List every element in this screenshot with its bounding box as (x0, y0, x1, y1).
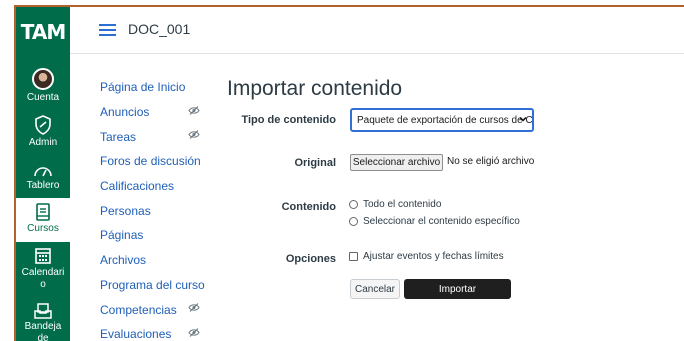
course-nav-item-assignments[interactable]: Tareas (100, 124, 210, 149)
hamburger-menu-icon[interactable] (99, 24, 116, 36)
course-nav-item-syllabus[interactable]: Programa del curso (100, 273, 210, 298)
global-nav-inbox[interactable]: Bandeja de (16, 303, 70, 341)
courses-icon (36, 203, 50, 221)
institution-logo[interactable]: TAM (16, 7, 70, 57)
cancel-button[interactable]: Cancelar (350, 279, 400, 299)
global-nav-label: Bandeja de (24, 321, 62, 341)
global-nav-label: Cursos (27, 223, 59, 234)
course-nav-item-discussions[interactable]: Foros de discusión (100, 149, 210, 174)
chevron-down-icon (519, 116, 527, 122)
inbox-icon (34, 303, 52, 319)
course-nav-item-quizzes[interactable]: Evaluaciones (100, 322, 210, 341)
course-nav-item-people[interactable]: Personas (100, 198, 210, 223)
original-label: Original (294, 157, 336, 169)
global-nav-label: Tablero (26, 180, 60, 191)
dashboard-icon (34, 167, 52, 177)
course-nav-item-grades[interactable]: Calificaciones (100, 174, 210, 199)
global-nav-label: Cuenta (26, 92, 60, 103)
breadcrumb[interactable]: DOC_001 (128, 21, 190, 37)
radio-all-content[interactable]: Todo el contenido (349, 199, 441, 210)
import-button[interactable]: Importar (404, 279, 511, 299)
eye-slash-icon (188, 303, 200, 313)
course-nav-item-files[interactable]: Archivos (100, 248, 210, 273)
app-window: TAM Cuenta Admin Tablero Cursos Calendar… (14, 5, 684, 341)
content-type-label: Tipo de contenido (241, 114, 336, 126)
shield-icon (35, 115, 51, 135)
radio-button[interactable] (349, 200, 358, 209)
global-nav-label: Admin (28, 137, 58, 148)
radio-specific-content[interactable]: Seleccionar el contenido específico (349, 216, 520, 227)
avatar (32, 68, 54, 90)
course-nav-item-pages[interactable]: Páginas (100, 223, 210, 248)
eye-slash-icon (188, 105, 200, 115)
checkbox[interactable] (349, 252, 358, 261)
global-nav-account[interactable]: Cuenta (16, 68, 70, 104)
course-nav: Página de Inicio Anuncios Tareas Foros d… (100, 75, 210, 341)
adjust-dates-checkbox[interactable]: Ajustar eventos y fechas límites (349, 251, 504, 262)
page-title: Importar contenido (227, 77, 403, 100)
course-nav-item-home[interactable]: Página de Inicio (100, 75, 210, 100)
content-type-select[interactable]: Paquete de exportación de cursos de C (350, 108, 534, 132)
radio-button[interactable] (349, 217, 358, 226)
course-nav-item-outcomes[interactable]: Competencias (100, 297, 210, 322)
file-status: No se eligió archivo (447, 156, 535, 167)
global-nav-courses[interactable]: Cursos (16, 198, 70, 242)
global-nav-admin[interactable]: Admin (16, 115, 70, 149)
content-label: Contenido (281, 201, 336, 213)
choose-file-button[interactable]: Seleccionar archivo (350, 154, 443, 171)
eye-slash-icon (188, 130, 200, 140)
course-nav-item-announcements[interactable]: Anuncios (100, 100, 210, 125)
global-nav-dashboard[interactable]: Tablero (16, 164, 70, 192)
global-nav-calendar[interactable]: Calendario (16, 247, 70, 291)
content-type-selected: Paquete de exportación de cursos de C (357, 114, 533, 126)
eye-slash-icon (188, 328, 200, 337)
course-header: DOC_001 (70, 7, 684, 54)
global-nav: TAM Cuenta Admin Tablero Cursos Calendar… (16, 7, 70, 341)
options-label: Opciones (285, 253, 336, 265)
calendar-icon (35, 248, 51, 264)
global-nav-label: Calendario (21, 267, 65, 290)
